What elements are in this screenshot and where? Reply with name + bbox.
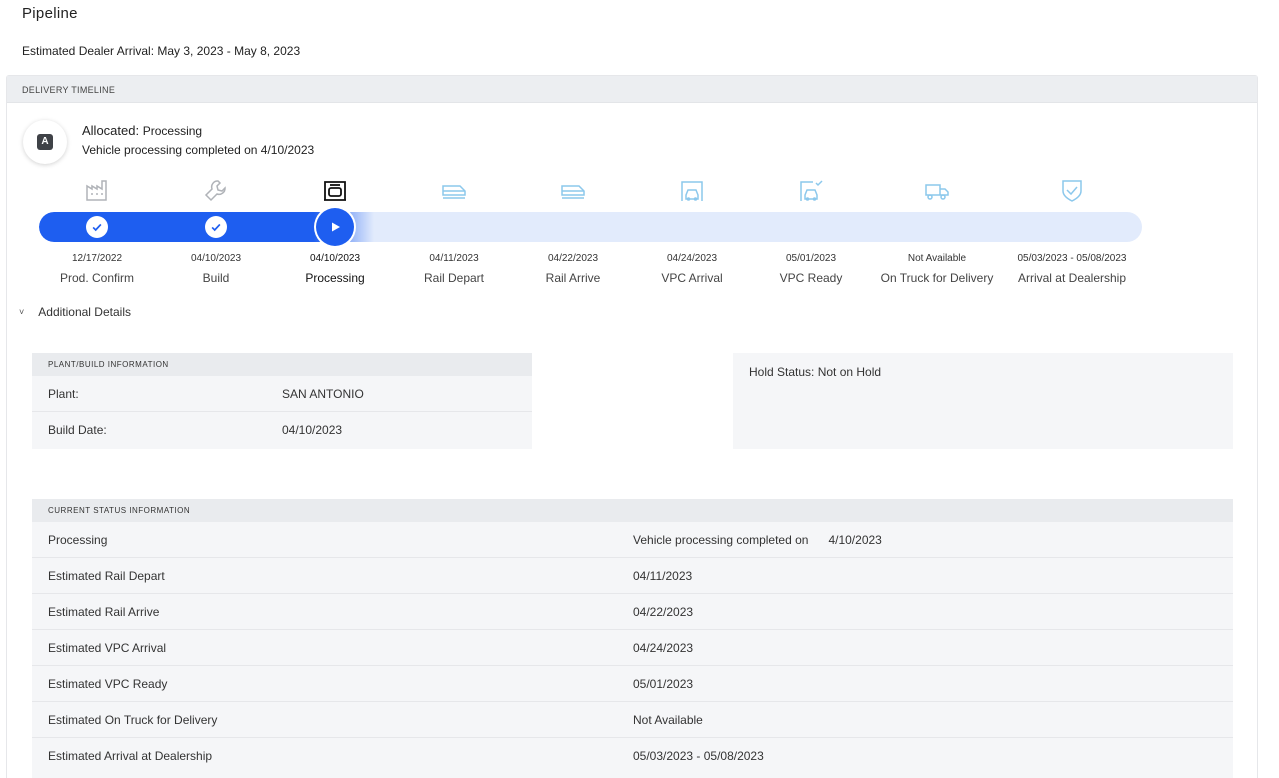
- stage-vpc-ready[interactable]: 05/01/2023 VPC Ready: [741, 175, 881, 285]
- row-value: Not Available: [633, 712, 703, 727]
- stage-arrival-dealership[interactable]: 05/03/2023 - 05/08/2023 Arrival at Deale…: [1002, 175, 1142, 285]
- row-value: 05/03/2023 - 05/08/2023: [633, 749, 764, 763]
- table-row: Build Date: 04/10/2023: [32, 412, 532, 448]
- row-label: Build Date:: [48, 423, 107, 437]
- estimated-arrival: Estimated Dealer Arrival: May 3, 2023 - …: [22, 44, 301, 58]
- current-status-card: CURRENT STATUS INFORMATION Processing Ve…: [32, 499, 1233, 778]
- row-label: Estimated Arrival at Dealership: [48, 749, 213, 763]
- row-label: Estimated Rail Depart: [48, 568, 165, 583]
- panel-header: DELIVERY TIMELINE: [7, 76, 1257, 103]
- row-value: Vehicle processing completed on: [633, 532, 809, 547]
- delivery-timeline-panel: DELIVERY TIMELINE A Allocated: Processin…: [6, 75, 1258, 778]
- row-value: 04/22/2023: [633, 604, 694, 619]
- table-row: Plant: SAN ANTONIO: [32, 376, 532, 412]
- vpc-ready-icon: [741, 175, 881, 205]
- row-label: Estimated VPC Ready: [48, 676, 168, 691]
- current-status-header: CURRENT STATUS INFORMATION: [32, 499, 1233, 522]
- stage-label: VPC Ready: [779, 271, 843, 285]
- row-value: 04/11/2023: [633, 568, 693, 583]
- hold-status: Hold Status: Not on Hold: [749, 365, 882, 379]
- allocated-icon: A: [37, 134, 53, 150]
- additional-details-toggle[interactable]: ˅ Additional Details: [19, 305, 131, 319]
- shield-check-icon: [1002, 175, 1142, 205]
- table-row: Estimated Rail Arrive 04/22/2023: [32, 594, 1233, 630]
- table-row: Estimated VPC Arrival 04/24/2023: [32, 630, 1233, 666]
- stage-label: Arrival at Dealership: [1017, 271, 1127, 285]
- row-label: Estimated On Truck for Delivery: [48, 712, 218, 727]
- table-row: Estimated Arrival at Dealership 05/03/20…: [32, 738, 1233, 774]
- stage-on-truck[interactable]: Not Available On Truck for Delivery: [867, 175, 1007, 285]
- stage-date: Not Available: [907, 253, 967, 264]
- play-icon: [316, 208, 354, 246]
- hold-status-card: Hold Status: Not on Hold: [733, 353, 1233, 449]
- row-label: Processing: [48, 532, 108, 547]
- row-label: Estimated Rail Arrive: [48, 604, 160, 619]
- allocated-title: Allocated: Processing: [82, 123, 202, 138]
- table-row: Estimated Rail Depart 04/11/2023: [32, 558, 1233, 594]
- table-row: Estimated On Truck for Delivery Not Avai…: [32, 702, 1233, 738]
- row-label: Estimated VPC Arrival: [48, 640, 167, 655]
- page-title: Pipeline: [22, 5, 78, 22]
- row-value: 04/10/2023: [282, 423, 343, 437]
- chevron-down-icon: ˅: [19, 307, 25, 317]
- allocation-badge: A: [23, 120, 67, 164]
- additional-details-label: Additional Details: [38, 305, 131, 319]
- allocated-subtitle: Vehicle processing completed on 4/10/202…: [82, 143, 315, 157]
- row-value: 05/01/2023: [633, 676, 694, 691]
- table-row: Estimated VPC Ready 05/01/2023: [32, 666, 1233, 702]
- stage-date: 05/03/2023 - 05/08/2023: [1017, 253, 1127, 264]
- row-value: 04/24/2023: [633, 640, 694, 655]
- row-label: Plant:: [48, 386, 79, 401]
- row-value: SAN ANTONIO: [282, 386, 364, 401]
- plant-build-card: PLANT/BUILD INFORMATION Plant: SAN ANTON…: [32, 353, 532, 449]
- allocated-status: Processing: [142, 124, 203, 138]
- table-row: Processing Vehicle processing completed …: [32, 522, 1233, 558]
- allocated-label: Allocated:: [82, 123, 140, 138]
- plant-build-header: PLANT/BUILD INFORMATION: [32, 353, 532, 376]
- row-value-date: 4/10/2023: [828, 532, 882, 547]
- check-icon: [86, 216, 108, 238]
- stage-date: 05/01/2023: [785, 253, 837, 264]
- check-icon: [205, 216, 227, 238]
- truck-icon: [867, 175, 1007, 205]
- stage-label: On Truck for Delivery: [880, 271, 994, 285]
